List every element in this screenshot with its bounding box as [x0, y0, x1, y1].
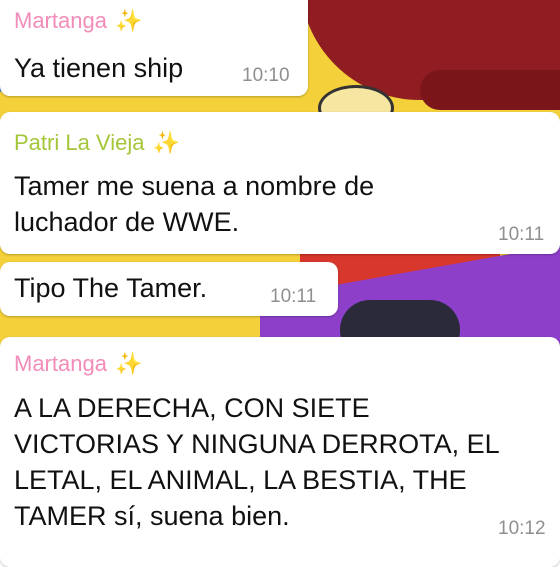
message-time: 10:11 — [498, 224, 545, 245]
sender-name-text: Patri La Vieja — [14, 130, 145, 155]
sender-name[interactable]: Martanga ✨ — [14, 8, 142, 34]
sender-name[interactable]: Martanga ✨ — [14, 351, 142, 377]
message-bubble[interactable]: Tipo The Tamer. 10:11 — [0, 262, 338, 316]
message-text: Tamer me suena a nombre de luchador de W… — [14, 168, 374, 240]
message-line: A LA DERECHA, CON SIETE — [14, 393, 370, 423]
message-line: luchador de WWE. — [14, 207, 240, 237]
message-line: Tamer me suena a nombre de — [14, 171, 375, 201]
sender-name-text: Martanga — [14, 351, 107, 376]
message-line: LETAL, EL ANIMAL, LA BESTIA, THE — [14, 465, 467, 495]
sparkles-icon: ✨ — [114, 8, 143, 33]
message-line: VICTORIAS Y NINGUNA DERROTA, EL — [14, 429, 500, 459]
sender-name-text: Martanga — [14, 8, 107, 33]
wallpaper-shape — [420, 70, 560, 110]
message-time: 10:12 — [498, 518, 546, 539]
message-line: Tipo The Tamer. — [14, 273, 208, 303]
sparkles-icon: ✨ — [114, 351, 143, 376]
message-bubble[interactable]: Patri La Vieja ✨ Tamer me suena a nombre … — [0, 112, 560, 254]
message-text: A LA DERECHA, CON SIETE VICTORIAS Y NING… — [14, 390, 500, 534]
message-time: 10:11 — [270, 286, 317, 307]
message-bubble[interactable]: Martanga ✨ A LA DERECHA, CON SIETE VICTOR… — [0, 337, 560, 567]
message-text: Ya tienen ship — [14, 50, 183, 86]
message-text: Tipo The Tamer. — [14, 270, 207, 306]
message-bubble[interactable]: Martanga ✨ Ya tienen ship 10:10 — [0, 0, 308, 96]
message-line: Ya tienen ship — [14, 53, 184, 83]
message-time: 10:10 — [242, 65, 290, 86]
sparkles-icon: ✨ — [152, 130, 180, 155]
sender-name[interactable]: Patri La Vieja ✨ — [14, 130, 180, 156]
message-line: TAMER sí, suena bien. — [14, 501, 290, 531]
